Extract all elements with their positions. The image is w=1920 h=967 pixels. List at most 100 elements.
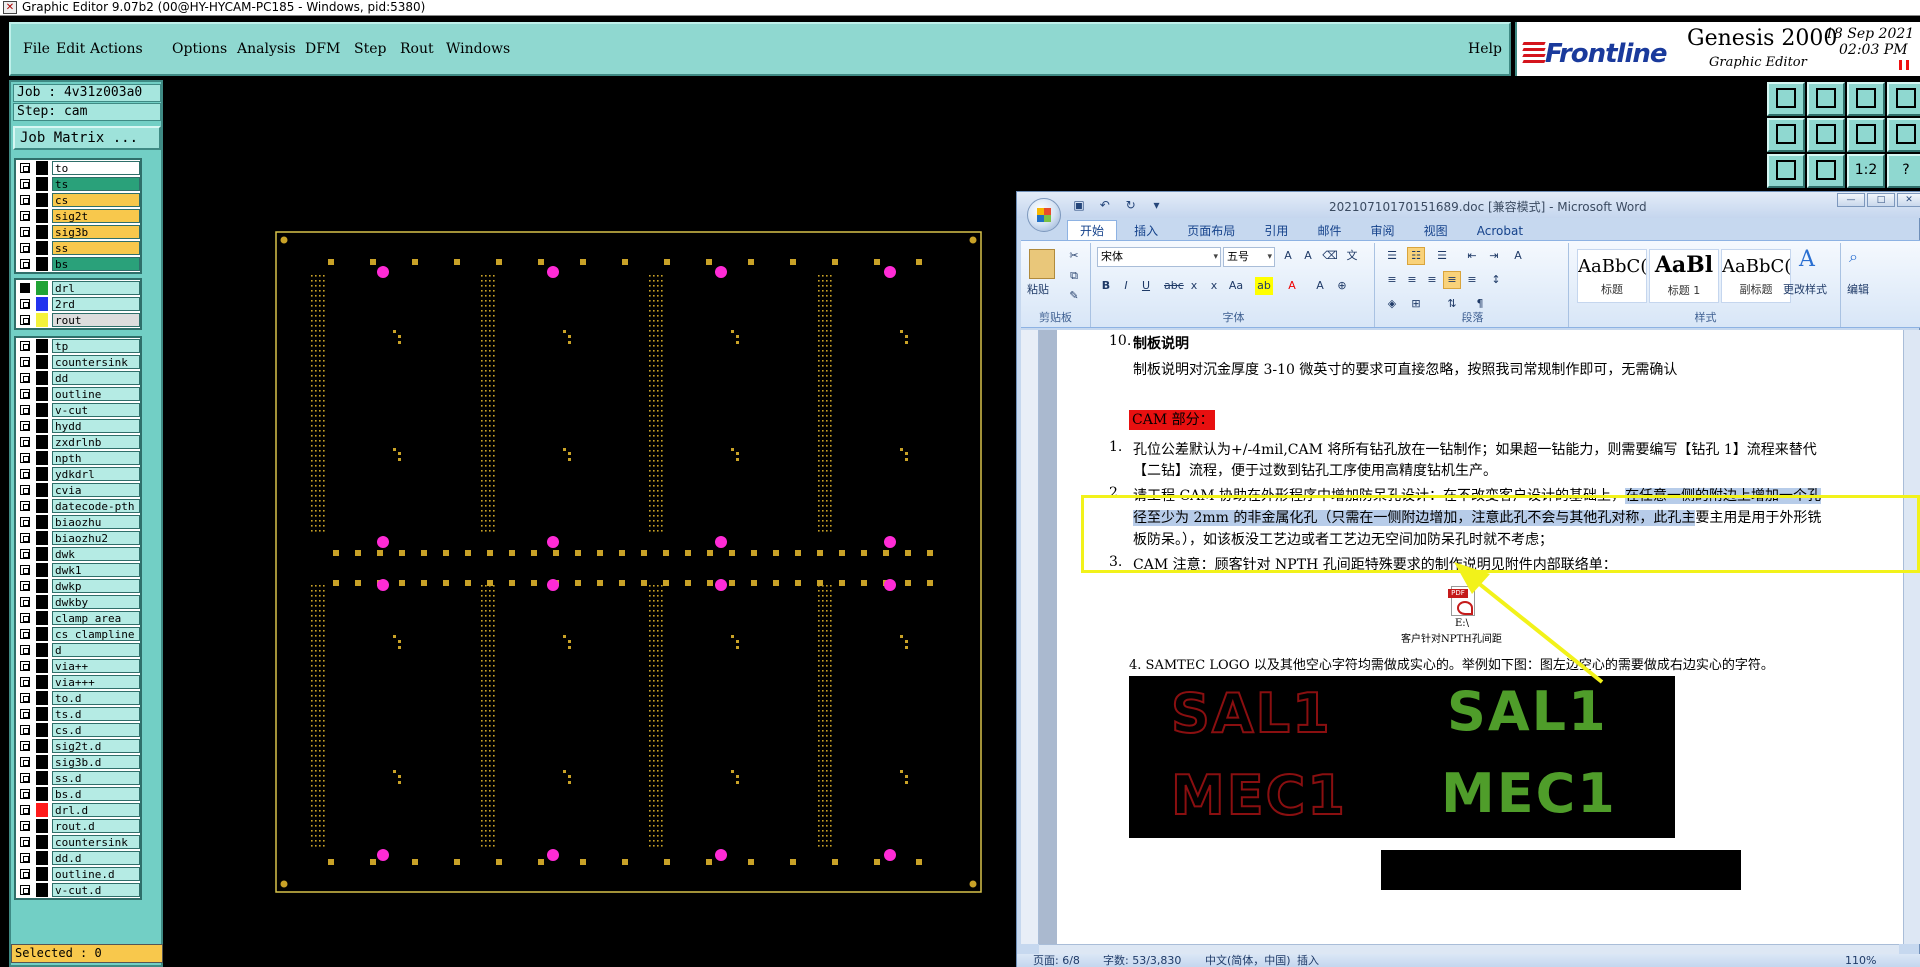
tab-insert[interactable]: 插入	[1122, 221, 1170, 241]
close-word-icon[interactable]: ✕	[1897, 193, 1920, 207]
menu-edit[interactable]: Edit	[56, 41, 85, 57]
layer-row[interactable]: dd.d	[16, 850, 140, 866]
layer-checkbox[interactable]	[20, 283, 30, 293]
layer-color-swatch[interactable]	[36, 611, 48, 625]
layer-row[interactable]: bs.d	[16, 786, 140, 802]
layer-checkbox[interactable]	[20, 437, 30, 447]
layer-checkbox[interactable]	[20, 533, 30, 543]
layer-row[interactable]: countersink	[16, 354, 140, 370]
layer-color-swatch[interactable]	[36, 419, 48, 433]
layer-checkbox[interactable]	[20, 227, 30, 237]
layer-row[interactable]: zxdrlnb	[16, 434, 140, 450]
layer-color-swatch[interactable]	[36, 883, 48, 897]
layer-row[interactable]: sig2t.d	[16, 738, 140, 754]
layer-color-swatch[interactable]	[36, 595, 48, 609]
layer-checkbox[interactable]	[20, 211, 30, 221]
qat-more-icon[interactable]: ▾	[1148, 198, 1164, 212]
layer-color-swatch[interactable]	[36, 403, 48, 417]
layer-checkbox[interactable]	[20, 581, 30, 591]
layer-checkbox[interactable]	[20, 315, 30, 325]
layer-checkbox[interactable]	[20, 405, 30, 415]
bullets-icon[interactable]: ☰	[1383, 247, 1401, 265]
numbering-icon[interactable]: ☷	[1407, 247, 1425, 265]
layer-checkbox[interactable]	[20, 259, 30, 269]
close-icon[interactable]: ✕	[3, 1, 17, 14]
tool-fit-button[interactable]	[1767, 154, 1805, 188]
maximize-icon[interactable]: □	[1867, 193, 1895, 207]
layer-checkbox[interactable]	[20, 885, 30, 895]
layer-checkbox[interactable]	[20, 179, 30, 189]
layer-name[interactable]: dwkp	[52, 579, 140, 593]
layer-color-swatch[interactable]	[36, 851, 48, 865]
layer-checkbox[interactable]	[20, 517, 30, 527]
layer-color-swatch[interactable]	[36, 531, 48, 545]
layer-row[interactable]: cs_clampline	[16, 626, 140, 642]
layer-checkbox[interactable]	[20, 661, 30, 671]
undo-icon[interactable]: ↶	[1097, 198, 1113, 212]
tool-scale-button[interactable]: 1:2	[1847, 154, 1885, 188]
tab-mailings[interactable]: 邮件	[1305, 221, 1353, 241]
layer-checkbox[interactable]	[20, 645, 30, 655]
layer-name[interactable]: sig2t.d	[52, 739, 140, 753]
tab-home[interactable]: 开始	[1067, 220, 1118, 240]
layer-name[interactable]: sig3b	[52, 225, 140, 239]
layer-row[interactable]: cs	[16, 192, 140, 208]
layer-row[interactable]: bs	[16, 256, 140, 272]
layer-row[interactable]: tp	[16, 338, 140, 354]
shrink-font-icon[interactable]: A	[1299, 247, 1317, 265]
layer-name[interactable]: drl	[52, 281, 140, 295]
menu-rout[interactable]: Rout	[400, 41, 434, 57]
save-icon[interactable]: ▣	[1071, 198, 1087, 212]
layer-color-swatch[interactable]	[36, 579, 48, 593]
layer-checkbox[interactable]	[20, 453, 30, 463]
layer-row[interactable]: biaozhu2	[16, 530, 140, 546]
layer-name[interactable]: countersink	[52, 835, 140, 849]
layer-checkbox[interactable]	[20, 757, 30, 767]
layer-checkbox[interactable]	[20, 725, 30, 735]
phonetic-icon[interactable]: 文	[1343, 247, 1361, 265]
layer-name[interactable]: to	[52, 161, 140, 175]
menu-help[interactable]: Help	[1468, 41, 1502, 57]
layer-checkbox[interactable]	[20, 677, 30, 687]
layer-name[interactable]: via++	[52, 659, 140, 673]
layer-checkbox[interactable]	[20, 597, 30, 607]
layer-checkbox[interactable]	[20, 421, 30, 431]
layer-checkbox[interactable]	[20, 501, 30, 511]
font-name-combo[interactable]: 宋体	[1097, 247, 1221, 267]
clear-format-icon[interactable]: ⌫	[1321, 247, 1339, 265]
layer-checkbox[interactable]	[20, 789, 30, 799]
style-heading1[interactable]: AaBl 标题 1	[1649, 249, 1719, 303]
align-center-icon[interactable]: ≡	[1403, 271, 1421, 289]
layer-row[interactable]: drl.d	[16, 802, 140, 818]
menu-options[interactable]: Options	[172, 41, 227, 57]
layer-checkbox[interactable]	[20, 741, 30, 751]
layer-checkbox[interactable]	[20, 485, 30, 495]
tool-swap-button[interactable]	[1847, 118, 1885, 152]
layer-color-swatch[interactable]	[36, 355, 48, 369]
layer-row[interactable]: sig3b.d	[16, 754, 140, 770]
highlight-icon[interactable]: ab	[1255, 277, 1273, 295]
layer-color-swatch[interactable]	[36, 339, 48, 353]
layer-color-swatch[interactable]	[36, 467, 48, 481]
layer-checkbox[interactable]	[20, 805, 30, 815]
chinese-layout-icon[interactable]: A	[1509, 247, 1527, 265]
layer-color-swatch[interactable]	[36, 835, 48, 849]
menu-analysis[interactable]: Analysis	[237, 41, 296, 57]
layer-row[interactable]: ts	[16, 176, 140, 192]
status-lang[interactable]: 中文(简体，中国)	[1205, 954, 1291, 967]
menu-step[interactable]: Step	[354, 41, 386, 57]
layer-row[interactable]: datecode-pth	[16, 498, 140, 514]
layer-name[interactable]: v-cut.d	[52, 883, 140, 897]
status-page[interactable]: 页面: 6/8	[1033, 954, 1080, 967]
layer-checkbox[interactable]	[20, 389, 30, 399]
layer-name[interactable]: dwk	[52, 547, 140, 561]
layer-row[interactable]: ts.d	[16, 706, 140, 722]
superscript-icon[interactable]: x	[1205, 277, 1223, 295]
layer-checkbox[interactable]	[20, 195, 30, 205]
layer-color-swatch[interactable]	[36, 867, 48, 881]
layer-color-swatch[interactable]	[36, 281, 48, 295]
paste-icon[interactable]	[1029, 249, 1055, 279]
increase-indent-icon[interactable]: ⇥	[1485, 247, 1503, 265]
layer-row[interactable]: outline.d	[16, 866, 140, 882]
layer-color-swatch[interactable]	[36, 257, 48, 271]
